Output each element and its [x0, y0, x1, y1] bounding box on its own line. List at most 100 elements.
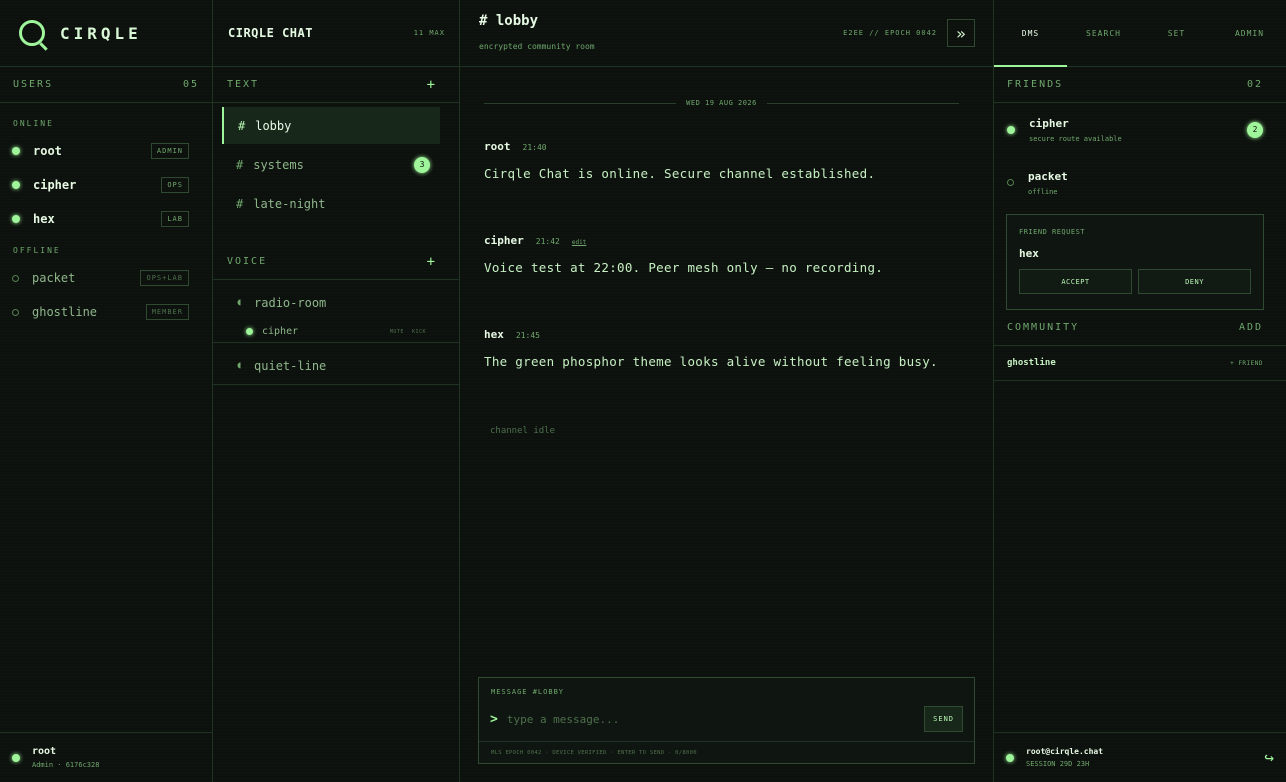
add-friend-button[interactable]: + FRIEND	[1230, 360, 1263, 367]
add-text-channel-button[interactable]: +	[427, 77, 435, 93]
channel-lobby[interactable]: # lobby	[222, 107, 440, 144]
tab-admin[interactable]: ADMIN	[1213, 0, 1286, 66]
account-email: root@cirqle.chat	[1026, 747, 1104, 756]
mute-button[interactable]: MUTE	[390, 329, 404, 335]
logo-row: CIRQLE	[0, 0, 212, 67]
message: hex 21:45 The green phosphor theme looks…	[484, 328, 938, 369]
text-heading: TEXT	[227, 79, 260, 90]
online-label: ONLINE	[13, 119, 54, 128]
message-author[interactable]: hex	[484, 328, 504, 341]
users-panel: CIRQLE USERS 05 ONLINE root ADMIN cipher…	[0, 0, 213, 782]
online-status-icon	[12, 753, 20, 762]
friend-request-name: hex	[1019, 247, 1039, 260]
tab-set[interactable]: SET	[1140, 0, 1213, 66]
message: cipher 21:42 edit Voice test at 22:00. P…	[484, 234, 883, 275]
community-row: ghostline + FRIEND	[994, 346, 1286, 381]
speaker-icon: ◖	[236, 360, 243, 371]
accept-button[interactable]: ACCEPT	[1019, 269, 1132, 294]
composer-label: MESSAGE #LOBBY	[491, 688, 565, 696]
divider	[213, 384, 459, 385]
channel-systems[interactable]: # systems 3	[222, 146, 440, 183]
tab-dms[interactable]: DMS	[994, 0, 1067, 67]
logout-icon[interactable]: ↪	[1264, 748, 1274, 767]
voice-heading: VOICE	[227, 256, 268, 267]
role-badge: OPS	[161, 177, 189, 193]
right-panel: DMS SEARCH SET ADMIN FRIENDS 02 cipher s…	[994, 0, 1286, 782]
channel-late-night[interactable]: # late-night	[222, 185, 440, 222]
hash-icon: #	[236, 157, 244, 172]
friend-row-packet[interactable]: packet offline	[994, 156, 1286, 209]
offline-status-icon	[1007, 179, 1014, 186]
max-badge: 11 MAX	[413, 29, 445, 37]
voice-member-row: cipher MUTE KICK	[213, 321, 459, 343]
collapse-panel-button[interactable]: »	[947, 19, 975, 47]
online-status-icon	[246, 328, 253, 335]
channels-panel: CIRQLE CHAT 11 MAX TEXT + # lobby # syst…	[213, 0, 460, 782]
message: root 21:40 Cirqle Chat is online. Secure…	[484, 140, 875, 181]
add-voice-channel-button[interactable]: +	[427, 254, 435, 270]
channel-name: radio-room	[254, 295, 327, 310]
friends-count: 02	[1246, 79, 1263, 90]
current-user-bar[interactable]: root Admin · 6176c328	[0, 732, 212, 782]
online-status-icon	[12, 147, 20, 155]
message-author[interactable]: cipher	[484, 234, 524, 247]
user-row-packet[interactable]: packet OPS+LAB	[0, 261, 212, 295]
kick-button[interactable]: KICK	[412, 329, 426, 335]
unread-badge: 2	[1247, 121, 1263, 138]
chat-panel: # lobby encrypted community room E2EE //…	[460, 0, 994, 782]
community-heading: COMMUNITY	[1007, 322, 1080, 333]
voice-channel-quiet-line[interactable]: ◖ quiet-line	[222, 347, 440, 384]
edited-marker: edit	[571, 239, 587, 246]
community-add-button[interactable]: ADD	[1239, 322, 1263, 333]
channel-name: systems	[253, 157, 304, 172]
message-time: 21:45	[515, 331, 540, 340]
message-time: 21:40	[522, 143, 547, 152]
friend-row-cipher[interactable]: cipher secure route available 2	[994, 103, 1286, 156]
room-subtitle: encrypted community room	[479, 42, 595, 51]
hash-icon: #	[238, 118, 246, 133]
current-user-sub: Admin · 6176c328	[32, 761, 100, 769]
role-badge: ADMIN	[150, 143, 189, 159]
double-chevron-right-icon: »	[956, 23, 966, 43]
voice-channels-header: VOICE +	[213, 244, 459, 280]
role-badge: MEMBER	[145, 304, 189, 320]
friend-name: cipher	[1029, 116, 1069, 130]
friend-name: packet	[1028, 169, 1068, 183]
voice-member-name: cipher	[262, 326, 299, 337]
message-input[interactable]	[506, 712, 925, 726]
online-status-icon	[1007, 125, 1015, 134]
community-header: COMMUNITY ADD	[994, 310, 1286, 346]
message-body: Voice test at 22:00. Peer mesh only — no…	[484, 260, 884, 275]
offline-label: OFFLINE	[13, 246, 61, 255]
send-button[interactable]: SEND	[924, 706, 963, 732]
community-member-name: ghostline	[1007, 358, 1056, 368]
offline-status-icon	[12, 274, 19, 282]
user-row-ghostline[interactable]: ghostline MEMBER	[0, 295, 212, 329]
voice-channel-radio-room[interactable]: ◖ radio-room	[222, 284, 440, 321]
user-row-root[interactable]: root ADMIN	[0, 134, 212, 168]
friend-request-label: FRIEND REQUEST	[1019, 228, 1086, 236]
message-body: The green phosphor theme looks alive wit…	[484, 354, 938, 369]
channel-name: lobby	[255, 118, 292, 133]
role-badge: LAB	[161, 211, 189, 227]
tab-search[interactable]: SEARCH	[1067, 0, 1140, 66]
users-count: 05	[182, 79, 199, 90]
date-divider: WED 19 AUG 2026	[484, 97, 959, 109]
users-heading: USERS	[13, 79, 54, 90]
friend-request-card: FRIEND REQUEST hex ACCEPT DENY	[1006, 214, 1264, 310]
message-author[interactable]: root	[484, 140, 511, 153]
friend-status: secure route available	[1029, 134, 1122, 143]
channel-idle-status: channel idle	[490, 426, 556, 436]
role-badge: OPS+LAB	[140, 270, 189, 286]
message-composer: MESSAGE #LOBBY > SEND MLS EPOCH 0042 · D…	[478, 677, 975, 764]
user-name: ghostline	[32, 305, 98, 319]
deny-button[interactable]: DENY	[1138, 269, 1251, 294]
room-title: # lobby	[479, 13, 539, 29]
user-row-hex[interactable]: hex LAB	[0, 202, 212, 236]
encryption-epoch: E2EE // EPOCH 0042	[843, 29, 937, 37]
user-row-cipher[interactable]: cipher OPS	[0, 168, 212, 202]
friends-heading: FRIENDS	[1007, 79, 1064, 90]
friends-header: FRIENDS 02	[994, 67, 1286, 103]
text-channels-header: TEXT +	[213, 67, 459, 103]
user-name: cipher	[33, 178, 77, 192]
